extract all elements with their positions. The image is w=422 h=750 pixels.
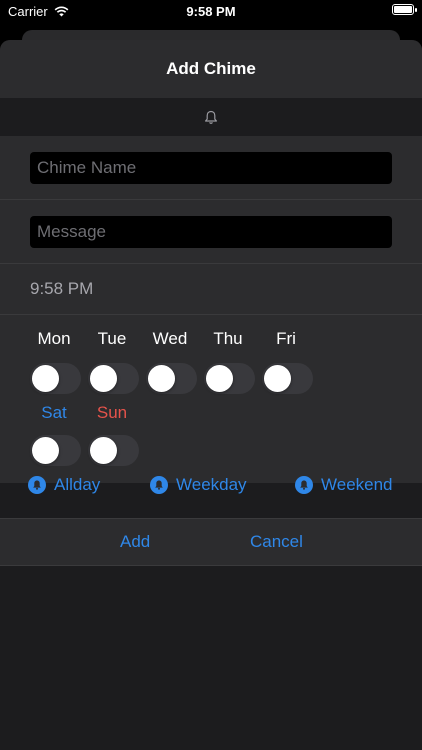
sheet-header: Add Chime [0,40,422,98]
chime-name-input[interactable] [30,151,392,184]
day-label-sat: Sat [41,403,67,422]
preset-weekend-label: Weekend [321,475,393,494]
preset-weekday-label: Weekday [176,475,247,494]
toggle-knob [206,365,233,392]
day-label-tue: Tue [97,329,127,348]
chime-form: 9:58 PM Mon Tue Wed Thu Fri Sat Sun Alld… [0,136,422,494]
preset-allday-label: Allday [54,475,101,494]
toggle-tue[interactable] [88,363,139,394]
toggle-mon[interactable] [30,363,81,394]
preset-allday-button[interactable]: Allday [28,475,100,495]
add-chime-sheet: Add Chime 9:58 PM Mon Tue Wed Thu Fri [0,40,422,750]
bell-bar [0,98,422,136]
status-bar: Carrier 9:58 PM [0,0,422,24]
add-button[interactable]: Add [120,519,150,565]
day-label-sun: Sun [96,403,128,422]
days-block: Mon Tue Wed Thu Fri Sat Sun Allday Weekd… [0,315,422,494]
bell-filled-icon [150,476,168,494]
toggle-knob [32,365,59,392]
toggle-knob [148,365,175,392]
toggle-thu[interactable] [204,363,255,394]
day-label-thu: Thu [213,329,243,348]
action-bar: Add Cancel [0,518,422,566]
preset-weekend-button[interactable]: Weekend [295,475,393,495]
toggle-sun[interactable] [88,435,139,466]
toggle-knob [90,437,117,464]
preset-weekday-button[interactable]: Weekday [150,475,247,495]
time-picker-row[interactable]: 9:58 PM [0,264,422,315]
day-label-wed: Wed [152,329,188,348]
time-value[interactable]: 9:58 PM [30,279,93,299]
name-row [0,136,422,200]
bell-filled-icon [295,476,313,494]
day-label-mon: Mon [37,329,71,348]
message-input[interactable] [30,215,392,248]
toggle-fri[interactable] [262,363,313,394]
toggle-knob [264,365,291,392]
battery-icon [392,4,417,15]
cancel-button[interactable]: Cancel [250,519,303,565]
toggle-wed[interactable] [146,363,197,394]
bell-filled-icon [28,476,46,494]
sheet-title: Add Chime [166,59,256,78]
status-time: 9:58 PM [186,4,236,19]
day-label-fri: Fri [276,329,296,348]
bell-icon [205,110,217,124]
toggle-knob [32,437,59,464]
toggle-knob [90,365,117,392]
message-row [0,200,422,264]
toggle-sat[interactable] [30,435,81,466]
